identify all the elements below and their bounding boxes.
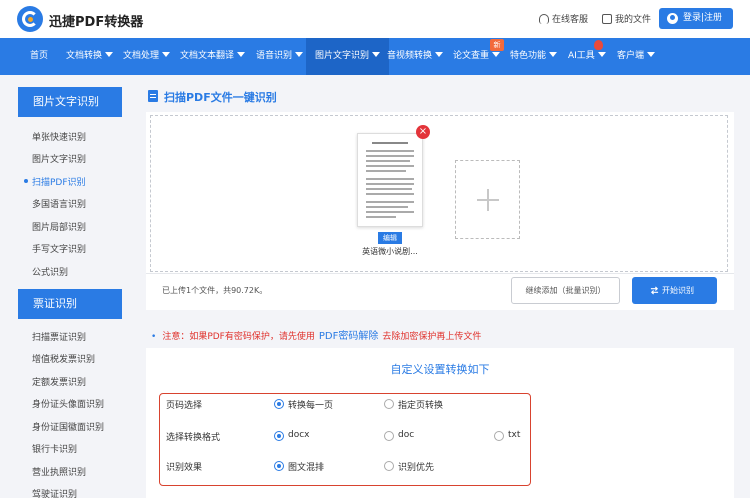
radio-specific-pages[interactable]: 指定页转换 bbox=[384, 398, 443, 411]
sidebar-item[interactable]: 图片局部识别 bbox=[32, 220, 86, 233]
sidebar-group-image-ocr[interactable]: 图片文字识别 bbox=[18, 87, 122, 117]
page-select-label: 页码选择 bbox=[166, 401, 203, 411]
my-files-link[interactable]: 我的文件 bbox=[602, 12, 651, 25]
nav-av-convert[interactable]: 音视频转换 bbox=[387, 38, 444, 75]
continue-add-button[interactable]: 继续添加（批量识别） bbox=[511, 277, 620, 304]
radio-recognition-first[interactable]: 识别优先 bbox=[384, 460, 434, 473]
sidebar-item[interactable]: 身份证头像面识别 bbox=[32, 397, 104, 410]
main-nav: 首页 文档转换 文档处理 文档文本翻译 语音识别 图片文字识别 音视频转换 论文… bbox=[0, 38, 750, 75]
customer-service-link[interactable]: 在线客服 bbox=[539, 12, 588, 25]
login-register-button[interactable]: 登录|注册 bbox=[659, 8, 733, 29]
sidebar-item[interactable]: 公式识别 bbox=[32, 265, 68, 278]
password-notice: • 注意：如果PDF有密码保护，请先使用 PDF密码解除 去除加密保护再上传文件 bbox=[151, 331, 482, 342]
chevron-down-icon bbox=[295, 52, 304, 57]
drop-zone[interactable] bbox=[150, 115, 728, 272]
sidebar-item[interactable]: 单张快速识别 bbox=[32, 130, 86, 143]
upload-status: 已上传1个文件，共90.72K。 bbox=[162, 286, 268, 295]
sidebar-item[interactable]: 身份证国徽面识别 bbox=[32, 420, 104, 433]
active-indicator bbox=[24, 179, 28, 183]
page-title: 扫描PDF文件一键识别 bbox=[164, 91, 277, 104]
radio-mixed-layout[interactable]: 图文混排 bbox=[274, 460, 324, 473]
nav-speech[interactable]: 语音识别 bbox=[256, 38, 304, 75]
sidebar-group-ticket-ocr[interactable]: 票证识别 bbox=[18, 289, 122, 319]
radio-doc[interactable]: doc bbox=[384, 430, 414, 441]
add-file-button[interactable] bbox=[455, 160, 520, 239]
brand-name[interactable]: 迅捷PDF转换器 bbox=[49, 11, 143, 30]
chevron-down-icon bbox=[647, 52, 656, 57]
nav-client[interactable]: 客户端 bbox=[617, 38, 656, 75]
headset-icon bbox=[539, 14, 549, 24]
remove-file-button[interactable]: × bbox=[416, 125, 430, 139]
nav-image-ocr[interactable]: 图片文字识别 bbox=[306, 38, 390, 75]
sidebar-item[interactable]: 手写文字识别 bbox=[32, 242, 86, 255]
nav-doc-convert[interactable]: 文档转换 bbox=[66, 38, 114, 75]
swap-icon bbox=[650, 286, 659, 295]
chevron-down-icon bbox=[105, 52, 114, 57]
sidebar-item[interactable]: 增值税发票识别 bbox=[32, 352, 95, 365]
nav-translate[interactable]: 文档文本翻译 bbox=[180, 38, 246, 75]
nav-home[interactable]: 首页 bbox=[30, 38, 48, 75]
top-header: 迅捷PDF转换器 在线客服 我的文件 登录|注册 bbox=[0, 0, 750, 38]
sidebar-item[interactable]: 驾驶证识别 bbox=[32, 487, 77, 498]
chevron-down-icon bbox=[597, 52, 606, 57]
sidebar-item-active[interactable]: 扫描PDF识别 bbox=[32, 175, 86, 188]
sidebar-item[interactable]: 定额发票识别 bbox=[32, 375, 86, 388]
chevron-down-icon bbox=[435, 52, 444, 57]
sidebar-item[interactable]: 多国语言识别 bbox=[32, 197, 86, 210]
page: 迅捷PDF转换器 在线客服 我的文件 登录|注册 首页 文档转换 文档处理 文档… bbox=[0, 0, 750, 498]
chevron-down-icon bbox=[549, 52, 558, 57]
chevron-down-icon bbox=[237, 52, 246, 57]
start-recognize-button[interactable]: 开始识别 bbox=[632, 277, 717, 304]
settings-panel: 自定义设置转换如下 页码选择 转换每一页 指定页转换 选择转换格式 docx d… bbox=[146, 348, 734, 498]
sidebar-item[interactable]: 营业执照识别 bbox=[32, 465, 86, 478]
file-name: 英语微小说剧... bbox=[362, 247, 418, 256]
chevron-down-icon bbox=[492, 52, 501, 57]
nav-features[interactable]: 特色功能 bbox=[510, 38, 558, 75]
sidebar-item[interactable]: 银行卡识别 bbox=[32, 442, 77, 455]
chevron-down-icon bbox=[372, 52, 381, 57]
sidebar-item[interactable]: 扫描票证识别 bbox=[32, 330, 86, 343]
nav-ai-tools[interactable]: AI工具 bbox=[568, 38, 606, 75]
document-icon bbox=[148, 90, 158, 102]
user-icon bbox=[667, 13, 678, 24]
format-label: 选择转换格式 bbox=[166, 433, 221, 443]
brand-logo[interactable] bbox=[17, 6, 43, 32]
pdf-unlock-link[interactable]: PDF密码解除 bbox=[319, 331, 378, 342]
file-thumbnail[interactable] bbox=[357, 133, 423, 227]
sidebar-item[interactable]: 图片文字识别 bbox=[32, 152, 86, 165]
upload-panel: × 编辑 英语微小说剧... 已上传1个文件，共90.72K。 继续添加（批量识… bbox=[146, 112, 734, 310]
edit-button[interactable]: 编辑 bbox=[378, 232, 402, 244]
radio-txt[interactable]: txt bbox=[494, 430, 520, 441]
file-icon bbox=[602, 14, 612, 24]
radio-all-pages[interactable]: 转换每一页 bbox=[274, 398, 333, 411]
new-badge: 新 bbox=[490, 39, 504, 51]
effect-label: 识别效果 bbox=[166, 463, 203, 473]
divider bbox=[146, 273, 734, 274]
radio-docx[interactable]: docx bbox=[274, 430, 310, 441]
settings-title: 自定义设置转换如下 bbox=[390, 363, 490, 376]
nav-doc-process[interactable]: 文档处理 bbox=[123, 38, 171, 75]
chevron-down-icon bbox=[162, 52, 171, 57]
